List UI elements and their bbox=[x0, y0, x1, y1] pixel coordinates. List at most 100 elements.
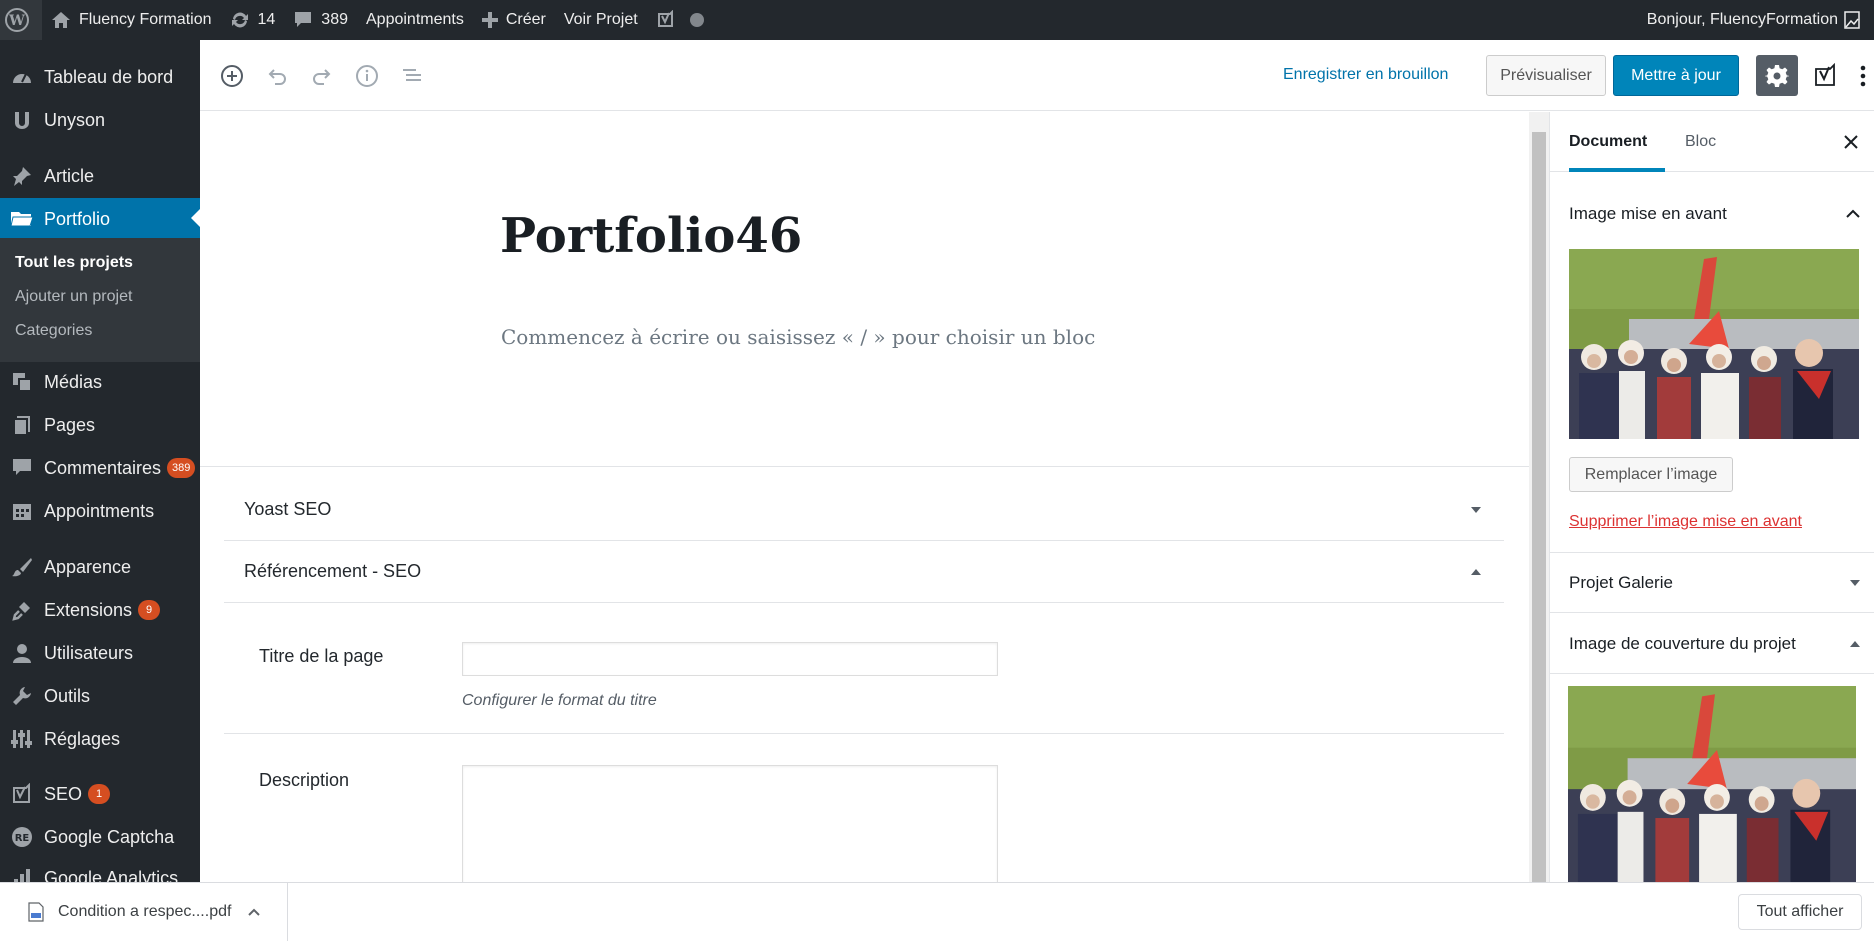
pages-icon bbox=[0, 414, 44, 436]
block-appender-placeholder[interactable]: Commencez à écrire ou saisissez « / » po… bbox=[501, 325, 1095, 349]
svg-text:RE: RE bbox=[15, 833, 30, 844]
view-project-link[interactable]: Voir Projet bbox=[555, 0, 647, 40]
menu-label: Google Captcha bbox=[44, 826, 175, 847]
yoast-sidebar-button[interactable] bbox=[1808, 58, 1842, 94]
appointments-link[interactable]: Appointments bbox=[357, 0, 473, 40]
submenu-add-project[interactable]: Ajouter un projet bbox=[15, 288, 132, 306]
submenu-all-projects[interactable]: Tout les projets bbox=[15, 254, 133, 272]
replace-image-button[interactable]: Remplacer l’image bbox=[1569, 457, 1733, 492]
scrollbar-thumb[interactable] bbox=[1532, 132, 1546, 882]
download-item[interactable]: Condition a respec....pdf bbox=[0, 883, 288, 941]
remove-image-link[interactable]: Supprimer l’image mise en avant bbox=[1569, 513, 1802, 531]
page-title-input[interactable] bbox=[462, 642, 998, 676]
menu-item-comments[interactable]: Commentaires 389 bbox=[0, 448, 200, 488]
chevron-up-icon bbox=[1846, 209, 1860, 218]
appointments-label: Appointments bbox=[366, 11, 464, 28]
seo-metabox-toggle[interactable]: Référencement - SEO bbox=[224, 541, 1504, 603]
preview-button[interactable]: Prévisualiser bbox=[1486, 55, 1606, 96]
download-file-name: Condition a respec....pdf bbox=[58, 903, 232, 920]
more-menu-button[interactable] bbox=[1854, 58, 1872, 94]
editor-scrollbar[interactable] bbox=[1529, 112, 1549, 882]
menu-item-pages[interactable]: Pages bbox=[0, 405, 200, 445]
featured-image-panel-toggle[interactable]: Image mise en avant bbox=[1550, 184, 1874, 244]
save-draft-button[interactable]: Enregistrer en brouillon bbox=[1283, 66, 1448, 84]
settings-toggle-button[interactable] bbox=[1756, 55, 1798, 96]
post-title[interactable]: Portfolio46 bbox=[500, 208, 802, 264]
page-title-hint[interactable]: Configurer le format du titre bbox=[462, 692, 657, 710]
pdf-file-icon bbox=[28, 902, 44, 922]
recaptcha-icon: RE bbox=[0, 826, 44, 848]
menu-item-dashboard[interactable]: Tableau de bord bbox=[0, 57, 200, 97]
caret-up-icon bbox=[1850, 640, 1860, 647]
caret-up-icon bbox=[1471, 568, 1481, 575]
comments-count: 389 bbox=[321, 11, 348, 28]
dashboard-icon bbox=[0, 67, 44, 87]
media-icon bbox=[0, 371, 44, 393]
add-block-button[interactable] bbox=[218, 62, 246, 90]
site-name-link[interactable]: Fluency Formation bbox=[42, 0, 221, 40]
block-navigation-button[interactable] bbox=[398, 62, 426, 90]
updates-count: 14 bbox=[257, 11, 276, 28]
metaboxes-area: Yoast SEO Référencement - SEO Titre de l… bbox=[200, 466, 1529, 882]
redo-icon bbox=[313, 69, 331, 85]
menu-item-extensions[interactable]: Extensions 9 bbox=[0, 590, 200, 630]
yoast-icon bbox=[1815, 63, 1835, 86]
menu-label: Portfolio bbox=[44, 208, 111, 229]
description-textarea[interactable] bbox=[462, 765, 998, 882]
menu-item-appointments[interactable]: Appointments bbox=[0, 491, 200, 531]
tab-block[interactable]: Bloc bbox=[1685, 112, 1716, 172]
project-gallery-panel-toggle[interactable]: Projet Galerie bbox=[1550, 553, 1874, 613]
featured-image-thumbnail[interactable] bbox=[1569, 249, 1859, 439]
menu-item-tools[interactable]: Outils bbox=[0, 676, 200, 716]
menu-item-media[interactable]: Médias bbox=[0, 362, 200, 402]
more-vertical-icon bbox=[1860, 65, 1866, 87]
new-label: Créer bbox=[505, 11, 546, 28]
update-button[interactable]: Mettre à jour bbox=[1613, 55, 1739, 96]
seo-status-dot bbox=[689, 13, 704, 27]
panel-title: Projet Galerie bbox=[1569, 572, 1673, 592]
wordpress-logo-icon[interactable]: W bbox=[0, 0, 42, 40]
menu-item-settings[interactable]: Réglages bbox=[0, 719, 200, 759]
content-info-button[interactable] bbox=[353, 62, 381, 90]
account-menu[interactable]: Bonjour, FluencyFormation bbox=[1638, 0, 1874, 40]
close-sidebar-button[interactable] bbox=[1839, 130, 1863, 154]
undo-icon bbox=[268, 69, 286, 85]
panel-title: Image mise en avant bbox=[1569, 204, 1727, 223]
cover-image-thumbnail[interactable] bbox=[1568, 686, 1856, 882]
plus-circle-icon bbox=[221, 65, 243, 87]
yoast-icon bbox=[657, 10, 673, 27]
redo-button[interactable] bbox=[308, 62, 336, 90]
panel-title: Image de couverture du projet bbox=[1569, 633, 1796, 653]
wrench-icon bbox=[0, 685, 44, 707]
menu-item-google-captcha[interactable]: RE Google Captcha bbox=[0, 817, 200, 857]
comments-link[interactable]: 389 bbox=[284, 0, 357, 40]
menu-item-google-analytics[interactable]: Google Analytics bbox=[0, 858, 200, 882]
chevron-up-icon[interactable] bbox=[247, 908, 261, 917]
submenu-categories[interactable]: Categories bbox=[15, 322, 92, 340]
metabox-title: Yoast SEO bbox=[244, 499, 332, 519]
menu-label: Commentaires bbox=[44, 457, 162, 478]
new-content-link[interactable]: Créer bbox=[473, 0, 555, 40]
yoast-seo-metabox-toggle[interactable]: Yoast SEO bbox=[224, 479, 1504, 541]
list-icon bbox=[400, 64, 424, 88]
menu-label: SEO bbox=[44, 783, 83, 804]
home-icon bbox=[52, 12, 70, 28]
menu-item-seo[interactable]: SEO 1 bbox=[0, 774, 200, 814]
menu-item-article[interactable]: Article bbox=[0, 156, 200, 196]
yoast-menu[interactable] bbox=[647, 0, 706, 40]
updates-link[interactable]: 14 bbox=[221, 0, 285, 40]
tab-document[interactable]: Document bbox=[1569, 112, 1665, 172]
site-name: Fluency Formation bbox=[79, 11, 212, 28]
view-label: Voir Projet bbox=[563, 11, 638, 28]
menu-item-users[interactable]: Utilisateurs bbox=[0, 633, 200, 673]
cover-image-panel-toggle[interactable]: Image de couverture du projet bbox=[1550, 614, 1874, 674]
menu-item-appearance[interactable]: Apparence bbox=[0, 547, 200, 587]
extensions-badge: 9 bbox=[138, 600, 161, 620]
user-icon bbox=[0, 642, 44, 664]
download-shelf: Condition a respec....pdf Tout afficher bbox=[0, 882, 1874, 941]
undo-button[interactable] bbox=[263, 62, 291, 90]
menu-item-portfolio[interactable]: Portfolio bbox=[0, 198, 200, 240]
menu-item-unyson[interactable]: Unyson bbox=[0, 100, 200, 140]
show-all-downloads-button[interactable]: Tout afficher bbox=[1738, 894, 1862, 930]
avatar-icon bbox=[1844, 11, 1860, 29]
